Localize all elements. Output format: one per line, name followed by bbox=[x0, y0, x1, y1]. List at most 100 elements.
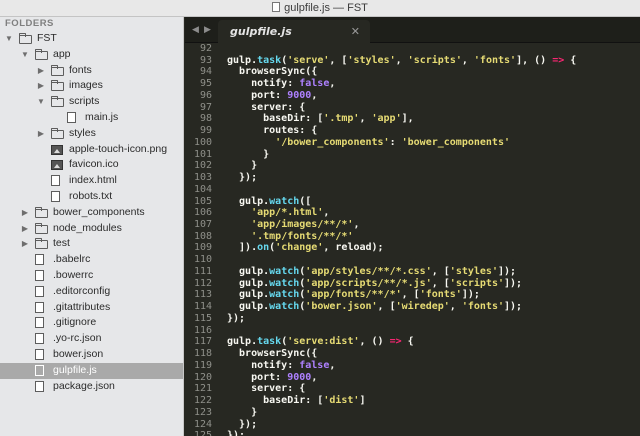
tree-item-scripts[interactable]: ▼ scripts bbox=[0, 94, 183, 110]
code-line[interactable]: ]).on('change', reload); bbox=[227, 242, 576, 254]
code-line[interactable]: routes: { bbox=[227, 125, 576, 137]
code-token: false bbox=[299, 78, 330, 90]
tree-item-apple-touch-icon-png[interactable]: apple-touch-icon.png bbox=[0, 142, 183, 158]
disclosure-collapsed-icon[interactable]: ▶ bbox=[36, 126, 46, 142]
code-line[interactable]: }); bbox=[227, 430, 576, 436]
code-line[interactable]: port: 9000, bbox=[227, 372, 576, 384]
tree-item-images[interactable]: ▶ images bbox=[0, 78, 183, 94]
code-line[interactable] bbox=[227, 43, 576, 55]
disclosure-collapsed-icon[interactable]: ▶ bbox=[20, 205, 30, 221]
code-line[interactable]: gulp.watch([ bbox=[227, 196, 576, 208]
code-line[interactable]: } bbox=[227, 160, 576, 172]
code-line[interactable]: port: 9000, bbox=[227, 90, 576, 102]
folder-icon bbox=[51, 96, 64, 108]
code-token: server: { bbox=[227, 101, 306, 113]
code-token: 9000 bbox=[287, 89, 312, 101]
tree-item-robots-txt[interactable]: robots.txt bbox=[0, 189, 183, 205]
code-line[interactable]: browserSync({ bbox=[227, 66, 576, 78]
disclosure-collapsed-icon[interactable]: ▶ bbox=[36, 63, 46, 79]
code-line[interactable]: }); bbox=[227, 172, 576, 184]
code-editor[interactable]: 92 93 94 95 96 97 98 99 100 101 102 103 104 105 106 107… bbox=[185, 43, 640, 436]
tree-item-editorconfig[interactable]: .editorconfig bbox=[0, 284, 183, 300]
tree-item-test[interactable]: ▶ test bbox=[0, 236, 183, 252]
code-line[interactable]: }); bbox=[227, 419, 576, 431]
code-line[interactable] bbox=[227, 325, 576, 337]
code-line[interactable]: gulp.task('serve', ['styles', 'scripts',… bbox=[227, 55, 576, 67]
close-icon[interactable]: ✕ bbox=[351, 20, 360, 43]
line-number: 125 bbox=[193, 430, 212, 436]
tree-item-bower-json[interactable]: bower.json bbox=[0, 347, 183, 363]
line-number: 110 bbox=[193, 254, 212, 266]
tree-item-gulpfile-js[interactable]: gulpfile.js bbox=[0, 362, 183, 379]
tree-item-babelrc[interactable]: .babelrc bbox=[0, 252, 183, 268]
tree-item-bower-components[interactable]: ▶ bower_components bbox=[0, 205, 183, 221]
code-line[interactable]: server: { bbox=[227, 102, 576, 114]
code-line[interactable]: notify: false, bbox=[227, 360, 576, 372]
tree-item-fst[interactable]: ▼ FST bbox=[0, 31, 183, 47]
tree-item-label: index.html bbox=[69, 174, 117, 187]
tree-item-app[interactable]: ▼ app bbox=[0, 47, 183, 63]
code-line[interactable]: notify: false, bbox=[227, 78, 576, 90]
code-token: , bbox=[449, 301, 462, 313]
code-area[interactable]: gulp.task('serve', ['styles', 'scripts',… bbox=[227, 43, 576, 436]
disclosure-collapsed-icon[interactable]: ▶ bbox=[36, 78, 46, 94]
code-token: baseDir: [ bbox=[227, 395, 324, 407]
folder-icon bbox=[35, 48, 48, 60]
code-line[interactable]: } bbox=[227, 407, 576, 419]
code-line[interactable]: baseDir: ['.tmp', 'app'], bbox=[227, 113, 576, 125]
tree-item-main-js[interactable]: main.js bbox=[0, 110, 183, 126]
code-line[interactable]: baseDir: ['dist'] bbox=[227, 395, 576, 407]
code-line[interactable]: server: { bbox=[227, 383, 576, 395]
tree-item-package-json[interactable]: package.json bbox=[0, 379, 183, 395]
tree-item-styles[interactable]: ▶ styles bbox=[0, 126, 183, 142]
code-line[interactable]: } bbox=[227, 149, 576, 161]
code-token: , bbox=[359, 113, 372, 125]
tree-item-node-modules[interactable]: ▶ node_modules bbox=[0, 221, 183, 237]
disclosure-expanded-icon[interactable]: ▼ bbox=[36, 94, 46, 110]
code-token: watch bbox=[269, 289, 300, 301]
line-number: 107 bbox=[193, 219, 212, 231]
code-line[interactable]: '/bower_components': 'bower_components' bbox=[227, 137, 576, 149]
tree-item-bowerrc[interactable]: .bowerrc bbox=[0, 268, 183, 284]
file-tree: ▼ FST ▼ app ▶ fonts ▶ images ▼ scripts main.js ▶ sty… bbox=[0, 31, 183, 394]
code-token: 'bower.json' bbox=[305, 301, 378, 313]
code-line[interactable] bbox=[227, 254, 576, 266]
code-line[interactable]: browserSync({ bbox=[227, 348, 576, 360]
code-line[interactable]: }); bbox=[227, 313, 576, 325]
code-token: => bbox=[552, 54, 565, 66]
tree-item-label: .babelrc bbox=[53, 253, 91, 266]
tree-item-yo-rc-json[interactable]: .yo-rc.json bbox=[0, 331, 183, 347]
code-line[interactable]: gulp.watch('app/styles/**/*.css', ['styl… bbox=[227, 266, 576, 278]
code-token: server: { bbox=[227, 383, 306, 395]
code-line[interactable]: 'app/images/**/*', bbox=[227, 219, 576, 231]
code-line[interactable]: gulp.watch('bower.json', ['wiredep', 'fo… bbox=[227, 301, 576, 313]
code-token: }); bbox=[227, 418, 258, 430]
code-token: browserSync({ bbox=[227, 66, 318, 78]
line-number: 118 bbox=[193, 348, 212, 360]
code-line[interactable]: gulp.watch('app/scripts/**/*.js', ['scri… bbox=[227, 278, 576, 290]
code-line[interactable]: 'app/*.html', bbox=[227, 207, 576, 219]
tree-item-gitignore[interactable]: .gitignore bbox=[0, 315, 183, 331]
code-token: 'app' bbox=[371, 113, 402, 125]
tree-item-favicon-ico[interactable]: favicon.ico bbox=[0, 157, 183, 173]
disclosure-expanded-icon[interactable]: ▼ bbox=[4, 31, 14, 47]
previous-tab-icon[interactable]: ◀ bbox=[192, 17, 199, 43]
disclosure-expanded-icon[interactable]: ▼ bbox=[20, 47, 30, 63]
code-line[interactable]: '.tmp/fonts/**/*' bbox=[227, 231, 576, 243]
code-token: }); bbox=[227, 312, 246, 324]
file-icon bbox=[35, 269, 44, 281]
tree-item-fonts[interactable]: ▶ fonts bbox=[0, 63, 183, 79]
disclosure-collapsed-icon[interactable]: ▶ bbox=[20, 221, 30, 237]
next-tab-icon[interactable]: ▶ bbox=[204, 17, 211, 43]
tree-item-gitattributes[interactable]: .gitattributes bbox=[0, 300, 183, 316]
code-line[interactable] bbox=[227, 184, 576, 196]
code-line[interactable]: gulp.task('serve:dist', () => { bbox=[227, 336, 576, 348]
file-icon bbox=[35, 333, 44, 345]
tree-item-label: FST bbox=[37, 32, 57, 44]
code-line[interactable]: gulp.watch('app/fonts/**/*', ['fonts']); bbox=[227, 289, 576, 301]
tab-gulpfile[interactable]: gulpfile.js ✕ bbox=[218, 20, 370, 43]
code-token: false bbox=[299, 359, 330, 371]
disclosure-collapsed-icon[interactable]: ▶ bbox=[20, 236, 30, 252]
tree-item-index-html[interactable]: index.html bbox=[0, 173, 183, 189]
